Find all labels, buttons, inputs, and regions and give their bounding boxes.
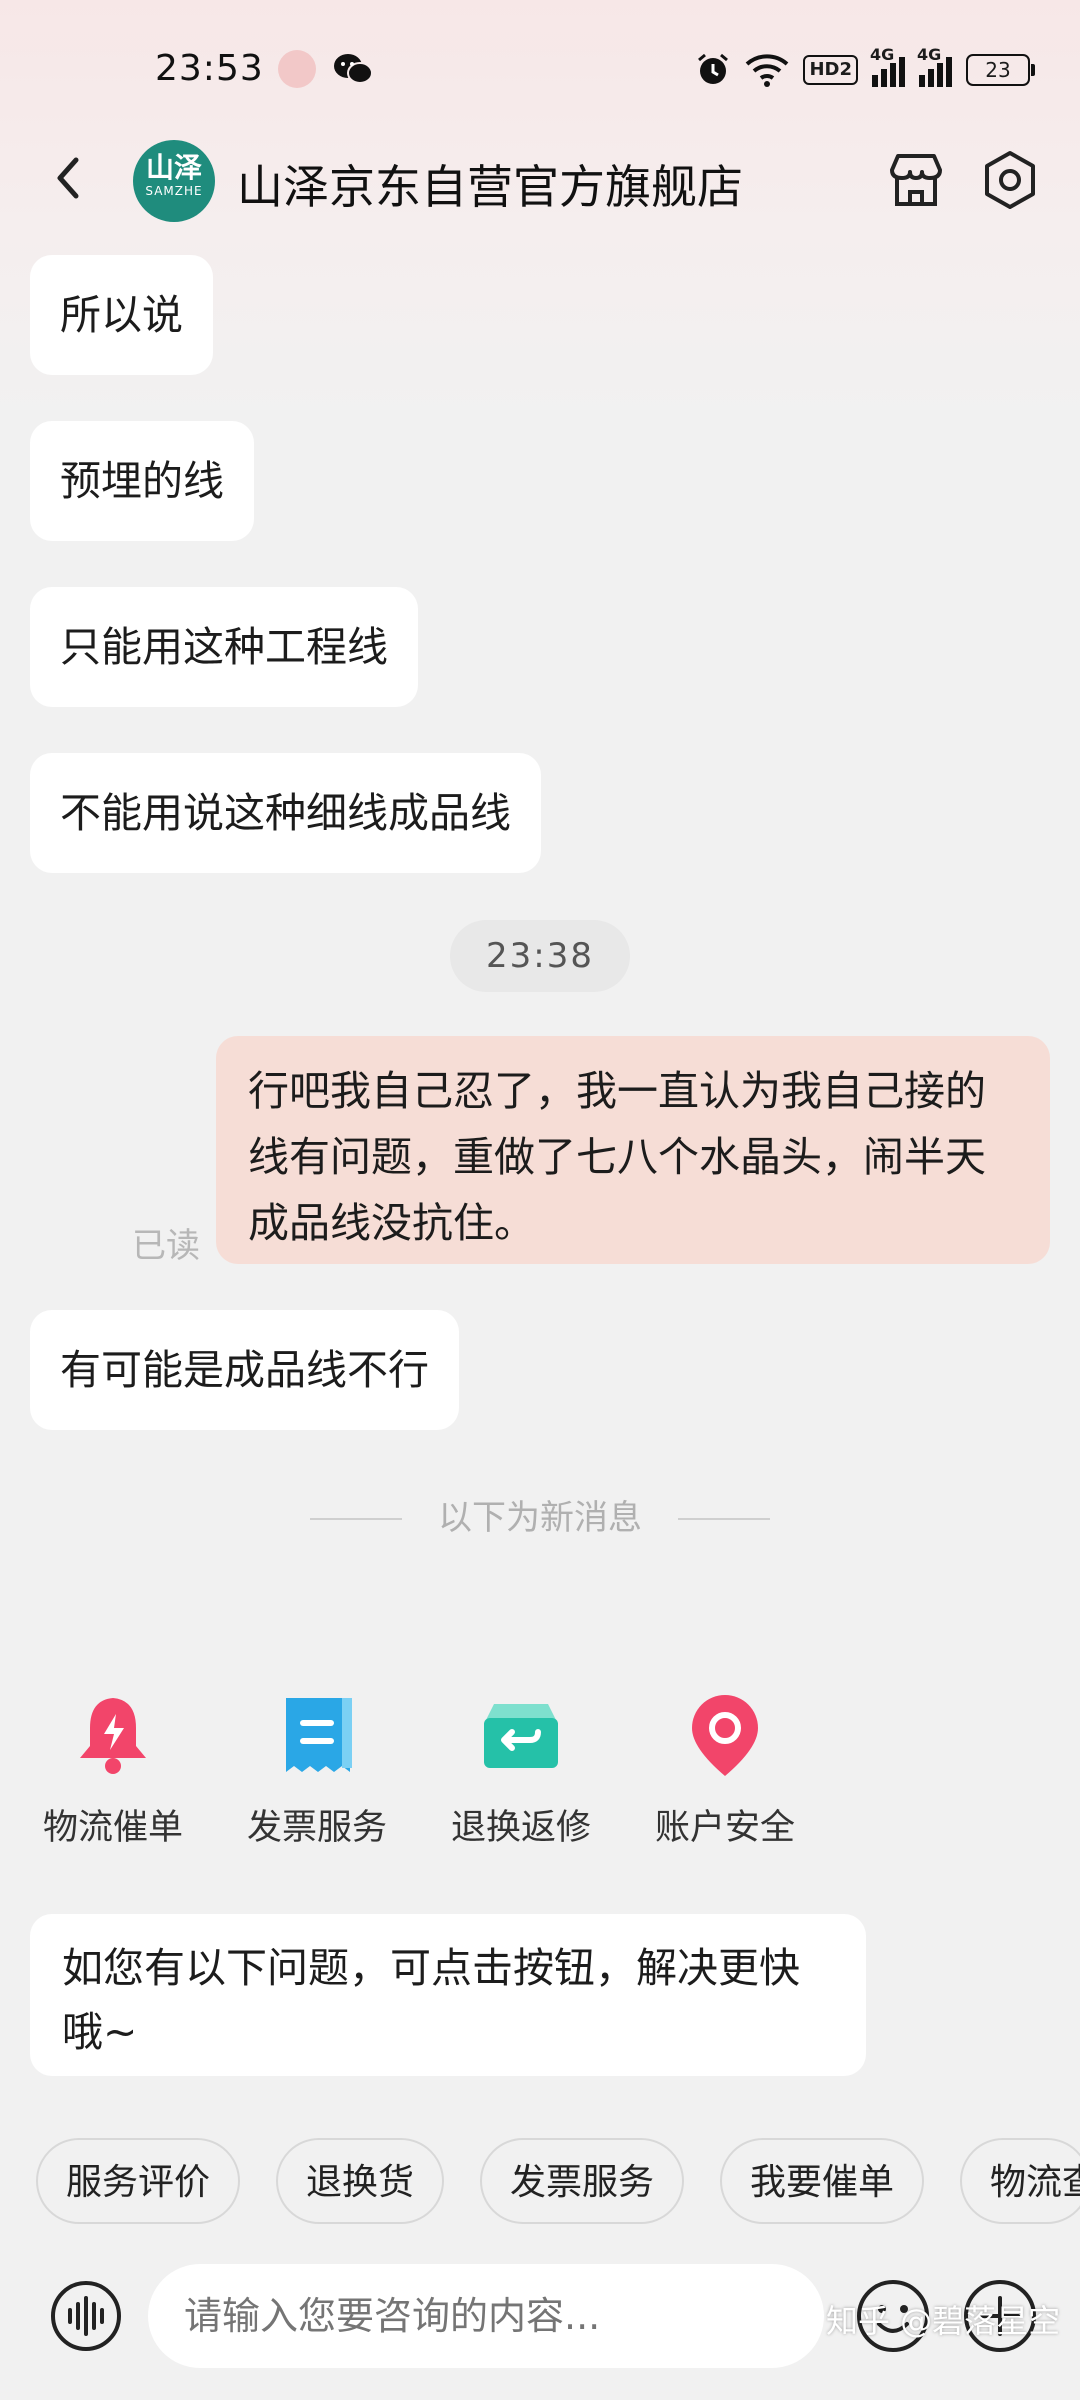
quick-action-return[interactable]: 退换返修 — [436, 1690, 606, 1850]
return-icon — [484, 1704, 558, 1768]
quick-action-label: 发票服务 — [246, 1808, 387, 1848]
chip-service-rating[interactable]: 服务评价 — [36, 2138, 241, 2224]
signal-1-icon: 4G — [870, 45, 905, 87]
location-icon — [692, 1695, 758, 1776]
quick-action-label: 账户安全 — [654, 1808, 795, 1848]
chip-invoice-service[interactable]: 发票服务 — [480, 2138, 685, 2224]
watermark: 知乎 @碧落星空 — [826, 2302, 1061, 2340]
new-messages-divider: 以下为新消息 — [310, 1496, 770, 1540]
shop-avatar[interactable]: 山泽 SAMZHE — [133, 140, 215, 222]
notification-avatar-icon — [278, 50, 316, 88]
incoming-message: 预埋的线 — [30, 421, 254, 541]
incoming-message: 只能用这种工程线 — [30, 587, 418, 707]
quick-action-logistics[interactable]: 物流催单 — [28, 1690, 198, 1850]
bell-icon — [80, 1698, 146, 1774]
message-timestamp: 23:38 — [450, 920, 630, 992]
signal-2-label: 4G — [917, 45, 942, 64]
chip-logistics[interactable]: 物流查 — [960, 2138, 1080, 2224]
quick-action-invoice[interactable]: 发票服务 — [232, 1690, 402, 1850]
alarm-icon — [698, 53, 729, 84]
chip-return-goods[interactable]: 退换货 — [276, 2138, 445, 2224]
back-icon[interactable] — [42, 150, 98, 206]
incoming-message: 如您有以下问题，可点击按钮，解决更快哦~ — [30, 1914, 866, 2076]
battery-icon: 23 — [966, 54, 1035, 86]
invoice-icon — [286, 1698, 352, 1772]
incoming-message: 有可能是成品线不行 — [30, 1310, 459, 1430]
wifi-icon — [746, 54, 789, 87]
quick-action-account[interactable]: 账户安全 — [640, 1690, 810, 1850]
logo-text: 山泽 — [145, 151, 202, 184]
signal-2-icon: 4G — [917, 45, 952, 87]
signal-1-label: 4G — [870, 45, 895, 64]
logo-subtext: SAMZHE — [145, 184, 203, 198]
voice-icon[interactable] — [50, 2280, 122, 2352]
store-icon[interactable] — [884, 148, 948, 212]
status-bar: 23:53 HD2 4G 4G 23 — [0, 0, 1080, 140]
message-input[interactable] — [148, 2264, 824, 2368]
quick-action-label: 退换返修 — [450, 1808, 591, 1848]
read-status: 已读 — [132, 1226, 200, 1266]
status-time: 23:53 — [155, 48, 264, 89]
page-title: 山泽京东自营官方旗舰店 — [237, 160, 743, 214]
incoming-message: 所以说 — [30, 255, 213, 375]
incoming-message: 不能用说这种细线成品线 — [30, 753, 541, 873]
chat-header: 山泽 SAMZHE 山泽京东自营官方旗舰店 — [0, 130, 1080, 230]
settings-icon[interactable] — [978, 148, 1042, 212]
outgoing-message: 行吧我自己忍了，我一直认为我自己接的线有问题，重做了七八个水晶头，闹半天成品线没… — [216, 1036, 1050, 1264]
wechat-icon — [334, 54, 373, 84]
hd-badge: HD2 — [803, 55, 858, 85]
quick-action-label: 物流催单 — [42, 1808, 183, 1848]
status-right: HD2 4G 4G 23 — [695, 45, 1035, 90]
chip-urge-order[interactable]: 我要催单 — [720, 2138, 925, 2224]
